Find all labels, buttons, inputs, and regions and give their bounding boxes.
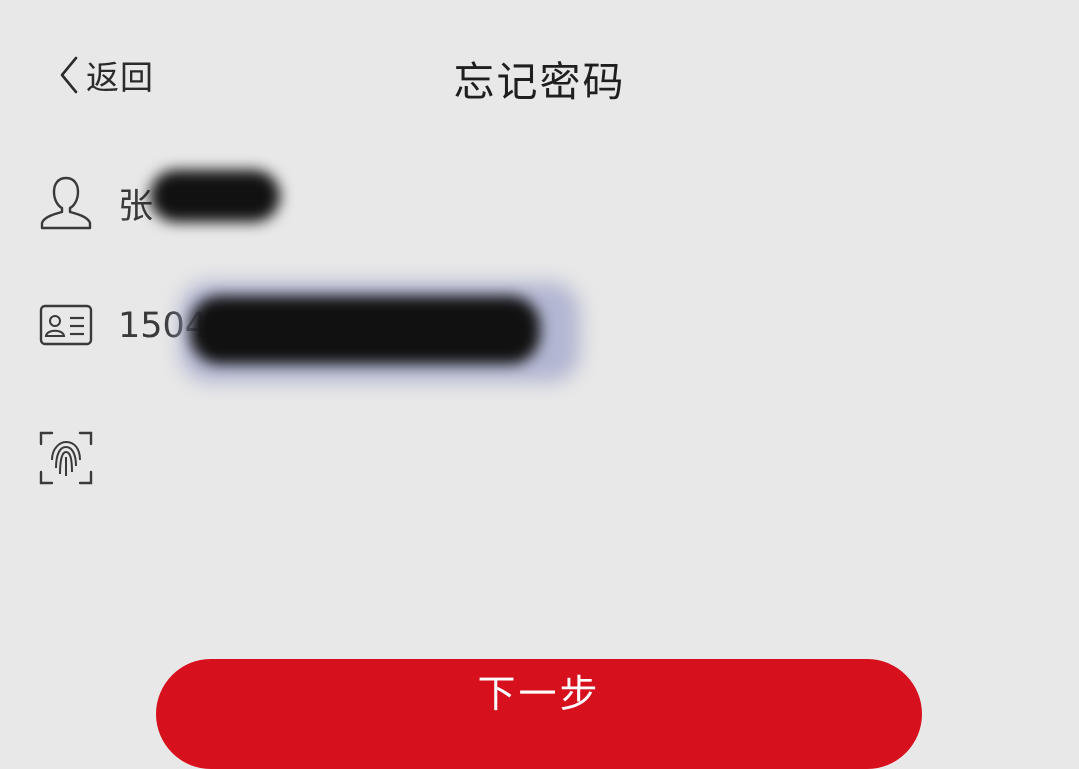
page-title: 忘记密码 xyxy=(453,58,626,106)
id-card-icon xyxy=(38,300,94,356)
name-field[interactable]: 张 xyxy=(0,164,1079,234)
verify-field[interactable] xyxy=(0,422,1079,492)
user-icon xyxy=(38,172,94,230)
id-field[interactable]: 1504 xyxy=(0,282,1079,382)
name-redaction xyxy=(150,170,280,222)
name-value: 张 xyxy=(118,187,154,227)
id-redaction xyxy=(190,296,540,364)
verify-input[interactable] xyxy=(118,430,1018,480)
fingerprint-scan-icon xyxy=(38,430,94,486)
